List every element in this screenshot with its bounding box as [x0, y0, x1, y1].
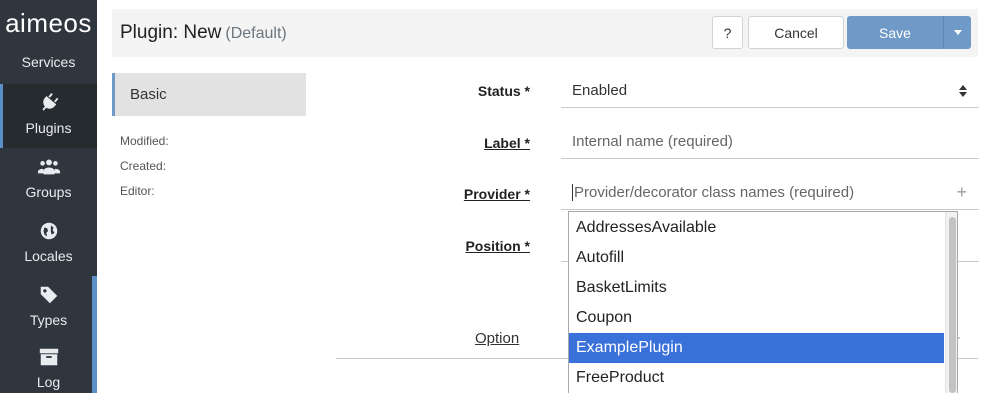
page-title-text: Plugin: New: [120, 22, 222, 43]
sidebar-item-services[interactable]: Services: [0, 46, 97, 74]
app: aimeos Services Plugins Groups Locales T…: [0, 0, 987, 393]
sidebar-item-locales[interactable]: Locales: [0, 212, 97, 276]
sidebar-item-log[interactable]: Log: [0, 340, 97, 393]
sidebar-item-label: Log: [36, 374, 61, 390]
tab-basic[interactable]: Basic: [112, 73, 306, 116]
globe-icon: [38, 220, 60, 242]
plus-icon[interactable]: +: [956, 183, 967, 201]
position-label: Position *: [465, 238, 530, 254]
status-value: Enabled: [572, 82, 628, 99]
save-button[interactable]: Save: [847, 16, 943, 49]
label-placeholder: Internal name (required): [572, 133, 733, 150]
option-link[interactable]: Option: [475, 330, 519, 347]
dropdown-option[interactable]: BasketLimits: [569, 273, 944, 303]
dropdown-scrollbar-thumb[interactable]: [949, 217, 956, 393]
provider-placeholder: Provider/decorator class names (required…: [574, 184, 855, 201]
page-header: Plugin: New (Default) ? Cancel Save: [112, 9, 978, 57]
sidebar-item-label: Services: [21, 54, 76, 70]
archive-icon: [38, 346, 60, 368]
label-field-label: Label *: [484, 135, 530, 151]
chevron-down-icon: [953, 30, 962, 35]
sidebar-item-types[interactable]: Types: [0, 276, 97, 340]
save-options-button[interactable]: [943, 16, 971, 49]
dropdown-option[interactable]: Autofill: [569, 243, 944, 273]
sidebar-item-groups[interactable]: Groups: [0, 148, 97, 212]
provider-label: Provider *: [463, 186, 530, 202]
sidebar-scrollbar[interactable]: [92, 276, 97, 393]
sidebar: aimeos Services Plugins Groups Locales T…: [0, 0, 97, 393]
dropdown-option[interactable]: FreeProduct: [569, 363, 944, 393]
help-button[interactable]: ?: [712, 16, 743, 49]
cancel-button[interactable]: Cancel: [748, 16, 844, 49]
provider-dropdown[interactable]: AddressesAvailable Autofill BasketLimits…: [568, 211, 958, 393]
page-title: Plugin: New (Default): [120, 22, 287, 44]
editor-label: Editor:: [120, 184, 155, 198]
status-label: Status *: [477, 83, 530, 99]
sidebar-item-label: Groups: [25, 184, 72, 200]
dropdown-option-selected[interactable]: ExamplePlugin: [569, 333, 944, 363]
provider-input[interactable]: Provider/decorator class names (required…: [561, 176, 979, 210]
modified-label: Modified:: [120, 134, 169, 148]
logo-text: aimeos: [5, 7, 92, 38]
logo[interactable]: aimeos: [0, 0, 97, 46]
label-input[interactable]: Internal name (required): [561, 125, 979, 159]
select-arrows-icon: [959, 85, 967, 97]
dropdown-option[interactable]: AddressesAvailable: [569, 213, 944, 243]
sidebar-item-plugins[interactable]: Plugins: [0, 84, 97, 148]
sidebar-item-label: Types: [29, 312, 68, 328]
tag-icon: [38, 284, 60, 306]
users-icon: [37, 156, 60, 178]
text-cursor: [572, 184, 573, 201]
status-select[interactable]: Enabled: [561, 74, 979, 108]
created-label: Created:: [120, 159, 167, 173]
dropdown-scrollbar[interactable]: [945, 212, 957, 393]
sidebar-item-label: Plugins: [25, 120, 72, 136]
page-subtitle: (Default): [225, 25, 287, 42]
plug-icon: [38, 92, 60, 114]
sidebar-item-label: Locales: [24, 248, 73, 264]
dropdown-option[interactable]: Coupon: [569, 303, 944, 333]
